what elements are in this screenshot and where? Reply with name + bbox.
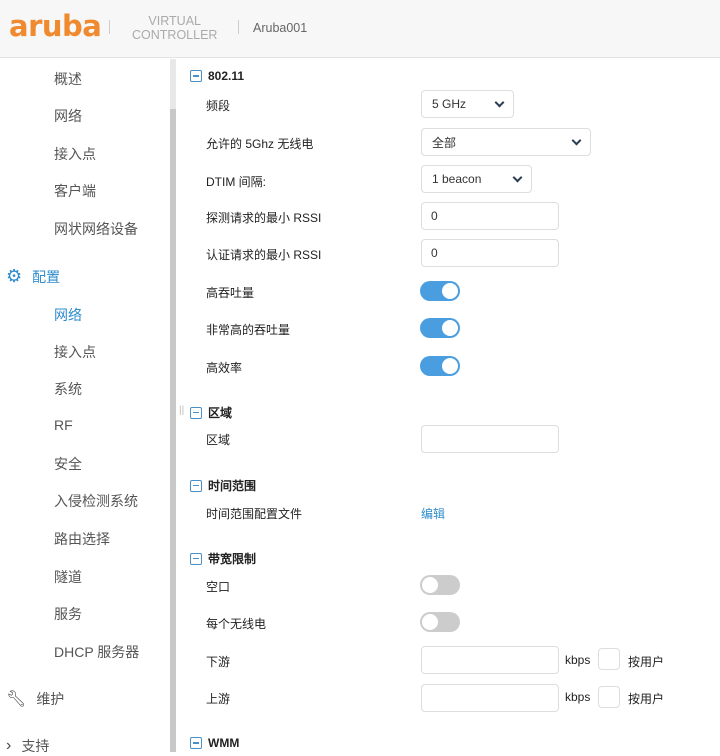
section-region[interactable]: 区域 bbox=[190, 404, 232, 421]
nav-clients[interactable]: 客户端 bbox=[54, 181, 96, 201]
downstream-per-user-label: 按用户 bbox=[628, 655, 665, 669]
nav-overview[interactable]: 概述 bbox=[54, 69, 82, 89]
upstream-label: 上游 bbox=[206, 692, 231, 706]
resize-handle[interactable]: || bbox=[179, 405, 184, 416]
high-efficiency-label: 高效率 bbox=[206, 361, 243, 375]
header: aruba VIRTUAL CONTROLLER Aruba001 bbox=[0, 0, 720, 58]
upstream-per-user-label: 按用户 bbox=[628, 692, 665, 706]
downstream-input[interactable] bbox=[421, 646, 559, 674]
auth-rssi-input[interactable]: 0 bbox=[421, 239, 559, 267]
per-radio-label: 每个无线电 bbox=[206, 617, 267, 631]
nav-config-networks[interactable]: 网络 bbox=[54, 305, 82, 325]
nav-configuration[interactable]: ⚙ 配置 bbox=[6, 266, 60, 287]
nav-ids[interactable]: 入侵检测系统 bbox=[54, 491, 138, 511]
collapse-icon[interactable] bbox=[190, 406, 202, 419]
collapse-icon[interactable] bbox=[190, 70, 202, 82]
high-throughput-toggle[interactable] bbox=[420, 281, 460, 301]
nav-maintenance[interactable]: 🔧︎ 维护 bbox=[6, 689, 64, 709]
upstream-input[interactable] bbox=[421, 684, 559, 712]
nav-security[interactable]: 安全 bbox=[54, 454, 82, 474]
controller-name: Aruba001 bbox=[253, 21, 308, 35]
downstream-unit: kbps bbox=[565, 653, 591, 667]
aruba-logo: aruba bbox=[9, 9, 102, 43]
high-efficiency-toggle[interactable] bbox=[420, 356, 460, 376]
auth-rssi-label: 认证请求的最小 RSSI bbox=[206, 248, 322, 262]
high-throughput-label: 高吞吐量 bbox=[206, 286, 255, 300]
region-input[interactable] bbox=[421, 425, 559, 453]
allowed-radios-label: 允许的 5Ghz 无线电 bbox=[206, 137, 314, 151]
chevron-right-icon: › bbox=[6, 737, 12, 754]
divider bbox=[238, 20, 239, 34]
very-high-throughput-toggle[interactable] bbox=[420, 318, 460, 338]
airtime-label: 空口 bbox=[206, 580, 231, 594]
upstream-unit: kbps bbox=[565, 690, 591, 704]
nav-services[interactable]: 服务 bbox=[54, 604, 82, 624]
nav-networks-monitor[interactable]: 网络 bbox=[54, 106, 82, 126]
dtim-select[interactable]: 1 beacon bbox=[421, 165, 532, 193]
per-radio-toggle[interactable] bbox=[420, 612, 460, 632]
nav-routing[interactable]: 路由选择 bbox=[54, 529, 110, 549]
nav-dhcp-server[interactable]: DHCP 服务器 bbox=[54, 642, 139, 662]
chevron-down-icon bbox=[512, 172, 523, 182]
nav-mesh-devices[interactable]: 网状网络设备 bbox=[54, 219, 138, 239]
nav-support[interactable]: › 支持 bbox=[6, 736, 49, 756]
probe-rssi-input[interactable]: 0 bbox=[421, 202, 559, 230]
very-high-throughput-label: 非常高的吞吐量 bbox=[206, 323, 291, 337]
collapse-icon[interactable] bbox=[190, 737, 202, 749]
collapse-icon[interactable] bbox=[190, 479, 202, 492]
nav-config-access-points[interactable]: 接入点 bbox=[54, 342, 96, 362]
sidebar: 概述 网络 接入点 客户端 网状网络设备 ⚙ 配置 网络 接入点 系统 RF 安全… bbox=[0, 59, 170, 754]
collapse-icon[interactable] bbox=[190, 552, 202, 565]
band-select[interactable]: 5 GHz bbox=[421, 90, 514, 118]
sidebar-scrollbar[interactable] bbox=[170, 59, 176, 752]
downstream-per-user-checkbox[interactable] bbox=[598, 648, 620, 670]
chevron-down-icon bbox=[494, 97, 505, 107]
allowed-radios-select[interactable]: 全部 bbox=[421, 128, 591, 156]
nav-system[interactable]: 系统 bbox=[54, 379, 82, 399]
chevron-down-icon bbox=[571, 135, 582, 145]
section-wmm[interactable]: WMM bbox=[190, 736, 239, 750]
divider bbox=[109, 20, 110, 34]
airtime-toggle[interactable] bbox=[420, 575, 460, 595]
section-bandwidth[interactable]: 带宽限制 bbox=[190, 550, 256, 567]
wrench-icon: 🔧︎ bbox=[6, 691, 27, 708]
downstream-label: 下游 bbox=[206, 655, 231, 669]
edit-link[interactable]: 编辑 bbox=[421, 505, 445, 522]
nav-access-points-monitor[interactable]: 接入点 bbox=[54, 144, 96, 164]
section-80211[interactable]: 802.11 bbox=[190, 69, 244, 83]
nav-rf[interactable]: RF bbox=[54, 417, 73, 433]
section-time-range[interactable]: 时间范围 bbox=[190, 477, 256, 494]
region-label: 区域 bbox=[206, 433, 231, 447]
upstream-per-user-checkbox[interactable] bbox=[598, 686, 620, 708]
product-name: VIRTUAL CONTROLLER bbox=[132, 14, 218, 42]
band-label: 频段 bbox=[206, 99, 231, 113]
gear-icon: ⚙ bbox=[6, 266, 23, 286]
time-profile-label: 时间范围配置文件 bbox=[206, 507, 303, 521]
nav-tunneling[interactable]: 隧道 bbox=[54, 567, 82, 587]
probe-rssi-label: 探测请求的最小 RSSI bbox=[206, 211, 322, 225]
dtim-label: DTIM 间隔: bbox=[206, 175, 266, 189]
